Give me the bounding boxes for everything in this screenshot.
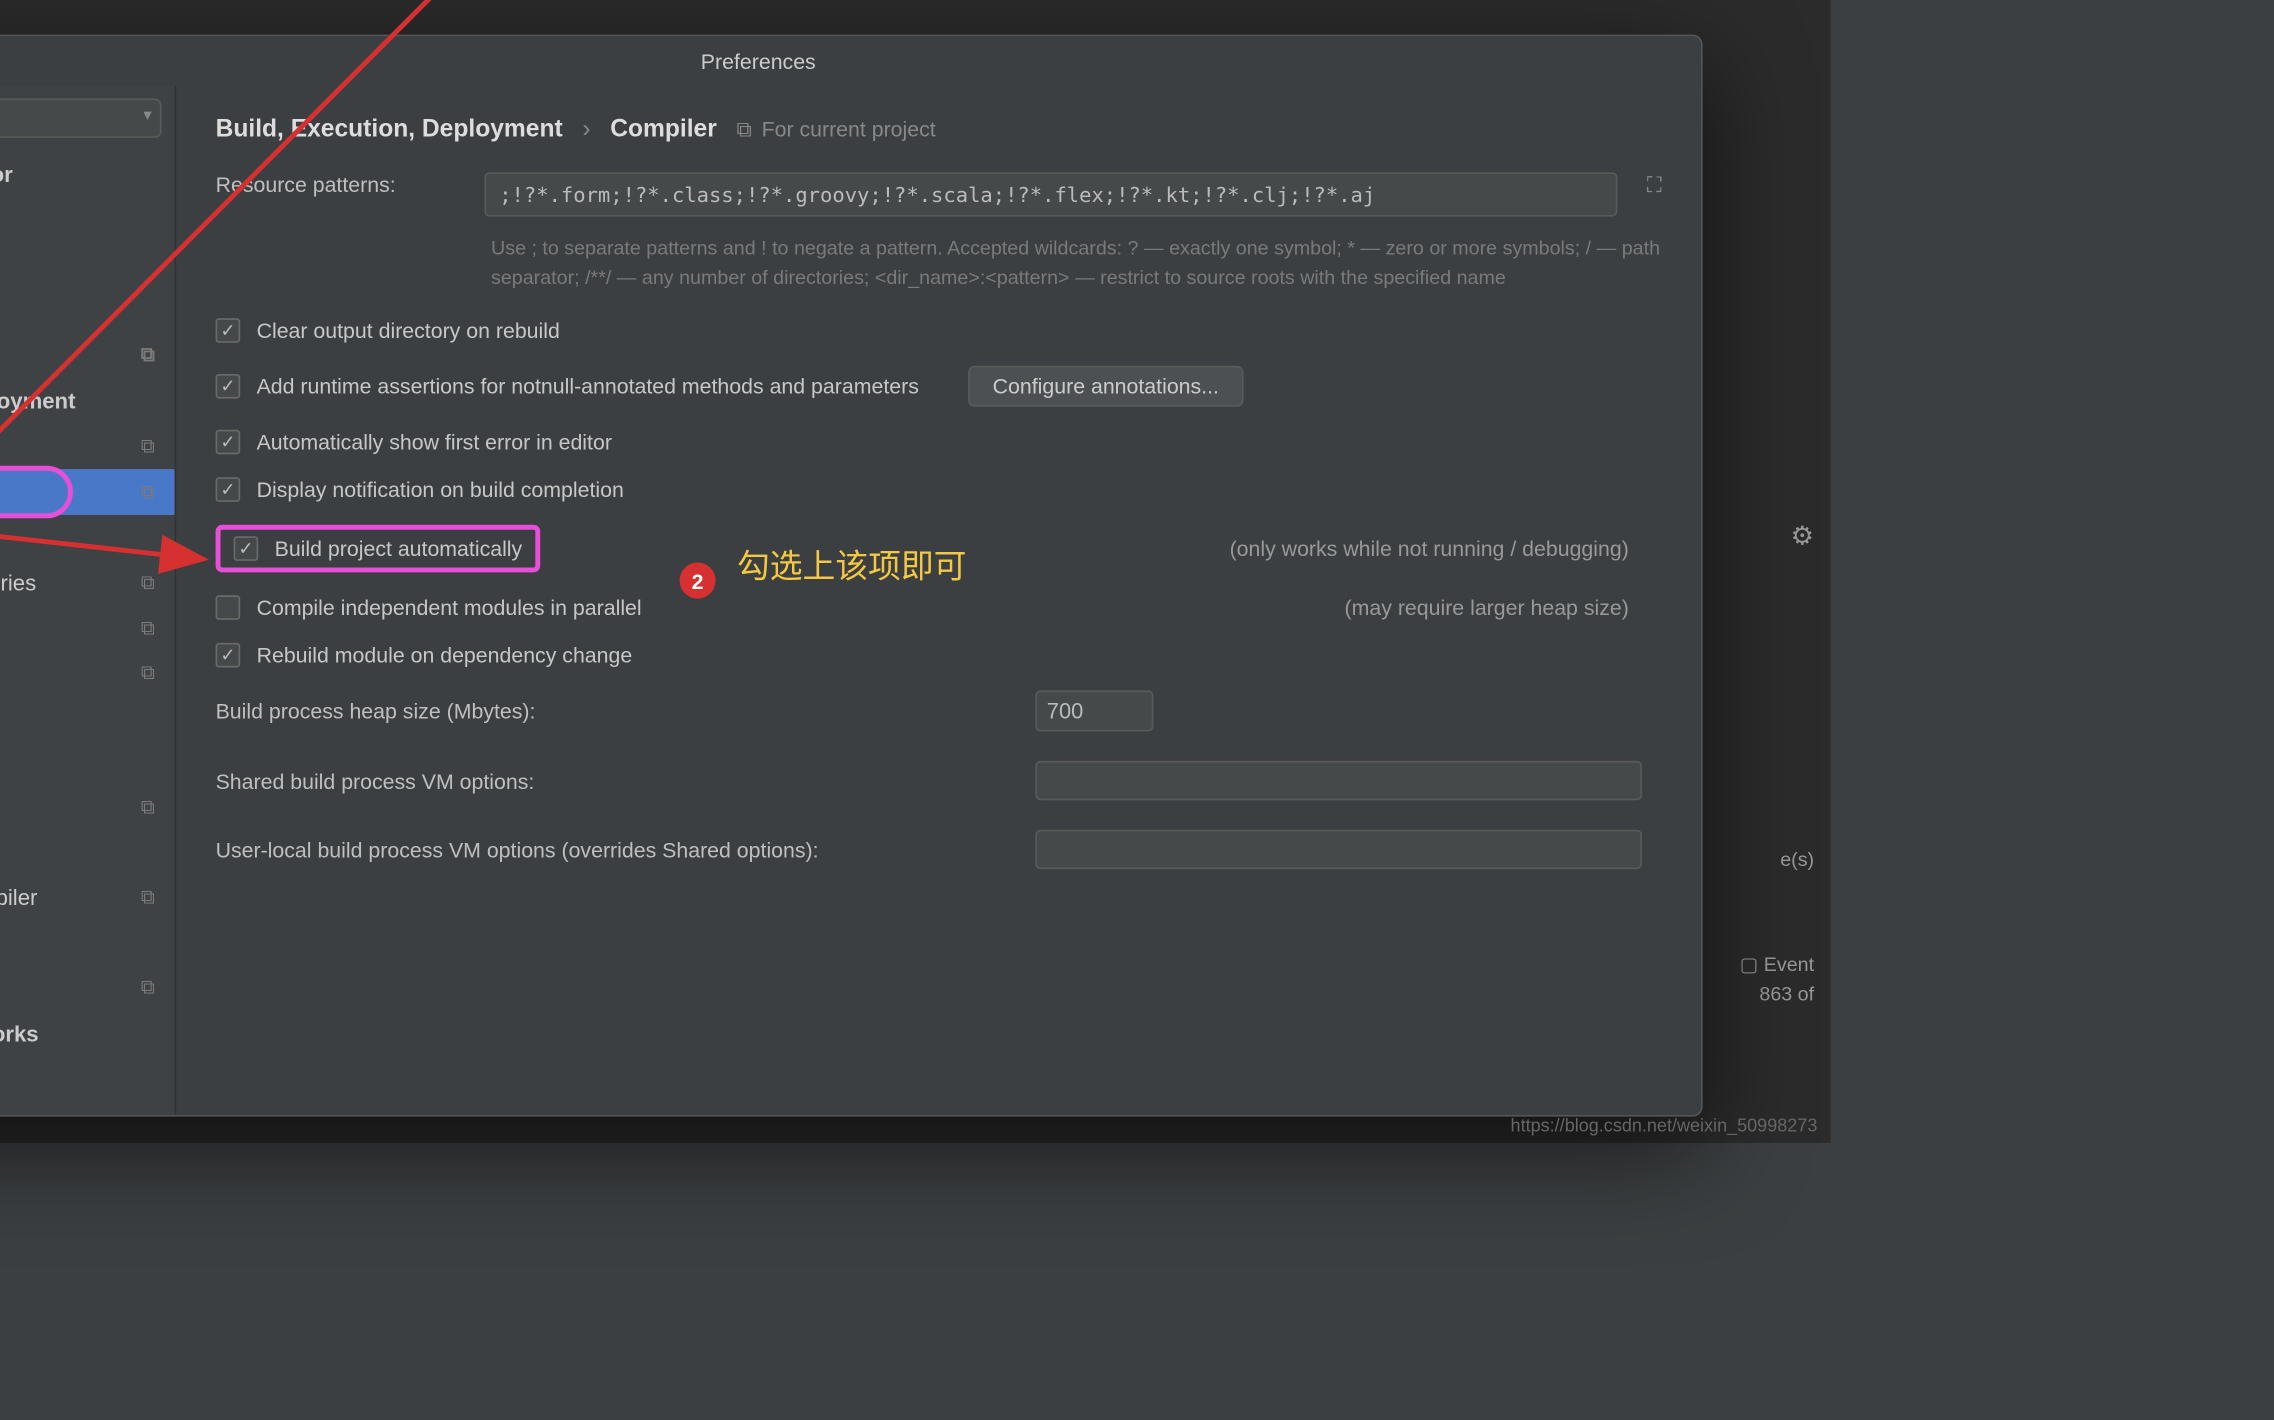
checkbox-label: Compile independent modules in parallel (257, 595, 642, 620)
checkbox-label: Build project automatically (275, 536, 523, 561)
settings-nav-item[interactable]: ▸Version Control⧉ (0, 331, 175, 377)
settings-nav-item[interactable]: ▸Build Tools⧉ (0, 423, 175, 469)
settings-nav-item[interactable]: ▸Android (0, 695, 175, 741)
copy-icon: ⧉ (141, 571, 155, 596)
resource-patterns-label: Resource patterns: (216, 172, 462, 197)
copy-icon: ⧉ (141, 976, 155, 1001)
dialog-titlebar: Preferences (0, 36, 1701, 85)
heap-size-input[interactable] (1035, 690, 1153, 731)
preferences-dialog: Preferences 🔍 ▾ ▸Appearance & BehaviorKe… (0, 35, 1703, 1117)
settings-breadcrumb: Build, Execution, Deployment › Compiler … (216, 115, 1662, 143)
copy-icon: ⧉ (141, 480, 155, 505)
checkbox[interactable] (216, 430, 241, 455)
checkbox-row: Rebuild module on dependency change (216, 643, 1662, 668)
settings-nav-item[interactable]: ▸Languages & Frameworks (0, 1010, 175, 1056)
checkbox-row: Add runtime assertions for notnull-annot… (216, 366, 1662, 407)
checkbox-label: Clear output directory on rebuild (257, 318, 560, 343)
checkbox[interactable] (216, 318, 241, 343)
shared-vm-label: Shared build process VM options: (216, 768, 1003, 793)
settings-content: Build, Execution, Deployment › Compiler … (176, 85, 1701, 1115)
settings-nav-item[interactable]: ▸Appearance & Behavior (0, 151, 175, 197)
checkbox[interactable] (234, 536, 259, 561)
configure-annotations-button[interactable]: Configure annotations... (968, 366, 1244, 407)
settings-nav-item[interactable]: Plugins (0, 287, 175, 331)
checkbox-label: Display notification on build completion (257, 477, 624, 502)
expand-icon[interactable]: ⛶ (1647, 172, 1662, 198)
checkbox-label: Add runtime assertions for notnull-annot… (257, 374, 919, 399)
resource-hint: Use ; to separate patterns and ! to nega… (491, 233, 1662, 292)
checkbox-note: (may require larger heap size) (1345, 595, 1662, 620)
settings-nav-item[interactable]: ▸Docker (0, 830, 175, 876)
settings-search[interactable]: 🔍 ▾ (0, 99, 161, 138)
status-right: ⚙ e(s) ▢ Event 863 of (1740, 520, 1814, 1012)
settings-nav-item[interactable]: Gradle-Android Compiler⧉ (0, 876, 175, 920)
resource-patterns-input[interactable] (484, 172, 1617, 216)
checkbox[interactable] (216, 643, 241, 668)
checkbox[interactable] (216, 374, 241, 399)
shared-vm-input[interactable] (1035, 761, 1642, 800)
checkbox[interactable] (216, 477, 241, 502)
settings-nav-item[interactable]: Arquillian Containers⧉ (0, 651, 175, 695)
watermark: https://blog.csdn.net/weixin_50998273 (1511, 1117, 1818, 1137)
settings-nav-item[interactable]: Remote Jar Repositories⧉ (0, 561, 175, 605)
checkbox-label: Rebuild module on dependency change (257, 643, 633, 668)
ide-gear-icon[interactable]: ⚙ (1740, 520, 1814, 553)
checkbox-row: Clear output directory on rebuild (216, 318, 1662, 343)
settings-sidebar: 🔍 ▾ ▸Appearance & BehaviorKeymap▸EditorP… (0, 85, 176, 1115)
settings-nav-item[interactable]: ▸Deployment⧉ (0, 605, 175, 651)
heap-size-label: Build process heap size (Mbytes): (216, 699, 1003, 724)
user-vm-label: User-local build process VM options (ove… (216, 837, 1003, 862)
copy-icon: ⧉ (141, 342, 155, 367)
settings-nav-item[interactable]: ▸Java Profiler (0, 920, 175, 966)
copy-icon: ⧉ (141, 616, 155, 641)
settings-nav-item[interactable]: ▾Build, Execution, Deployment (0, 377, 175, 423)
settings-nav-item[interactable]: Keymap (0, 197, 175, 241)
build-auto-highlight: Build project automatically (216, 525, 541, 573)
checkbox-row: Compile independent modules in parallel (… (216, 595, 1662, 620)
settings-nav-item[interactable]: Application Servers (0, 741, 175, 785)
settings-nav-item[interactable]: ▸Debugger (0, 515, 175, 561)
copy-icon: ⧉ (141, 795, 155, 820)
settings-nav-item[interactable]: ▸Compiler⧉ (0, 469, 175, 515)
annotation-badge-2: 2 (680, 563, 716, 599)
checkbox-note: (only works while not running / debuggin… (1230, 536, 1662, 561)
settings-search-input[interactable] (0, 99, 161, 138)
checkbox-row: Build project automatically (only works w… (216, 525, 1662, 573)
copy-icon: ⧉ (141, 886, 155, 911)
copy-icon: ⧉ (141, 434, 155, 459)
checkbox-row: Display notification on build completion (216, 477, 1662, 502)
checkbox-row: Automatically show first error in editor (216, 430, 1662, 455)
copy-icon: ⧉ (736, 116, 751, 142)
settings-nav-item[interactable]: ▸Editor (0, 241, 175, 287)
settings-nav-item[interactable]: Coverage⧉ (0, 785, 175, 829)
dialog-title: Preferences (0, 49, 1701, 74)
settings-nav-item[interactable]: Required Plugins⧉ (0, 966, 175, 1010)
copy-icon: ⧉ (141, 661, 155, 686)
checkbox-label: Automatically show first error in editor (257, 430, 612, 455)
user-vm-input[interactable] (1035, 830, 1642, 869)
checkbox[interactable] (216, 595, 241, 620)
